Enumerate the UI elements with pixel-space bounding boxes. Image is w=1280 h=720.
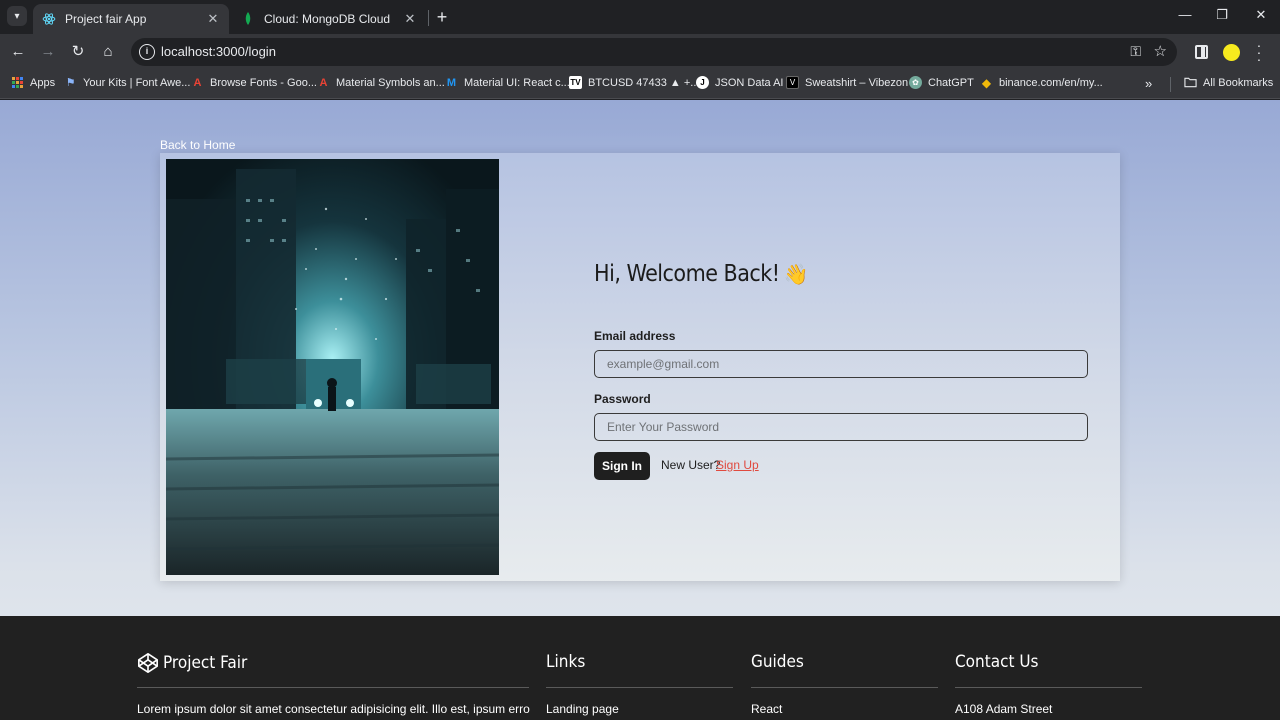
bookmark-tradingview[interactable]: TV BTCUSD 47433 ▲ +... bbox=[569, 76, 699, 89]
footer-guide-react[interactable]: React bbox=[751, 702, 782, 716]
apps-grid-icon bbox=[11, 76, 24, 89]
footer-guides-column: Guides bbox=[751, 652, 804, 672]
site-info-icon[interactable]: i bbox=[139, 44, 155, 60]
site-footer: Project Fair Lorem ipsum dolor sit amet … bbox=[0, 616, 1280, 720]
footer-divider bbox=[137, 687, 529, 688]
tab-separator bbox=[428, 10, 429, 26]
bookmark-material-ui[interactable]: M Material UI: React c... bbox=[445, 76, 570, 89]
footer-brand: Project Fair bbox=[137, 652, 247, 674]
mui-icon: M bbox=[446, 76, 457, 89]
home-icon[interactable]: ⌂ bbox=[97, 41, 119, 63]
snowy-city-photo bbox=[166, 159, 499, 575]
password-key-icon[interactable]: ⚿ bbox=[1130, 43, 1141, 60]
card-header-strip bbox=[160, 136, 1120, 153]
tab-mongodb[interactable]: Cloud: MongoDB Cloud ✕ bbox=[232, 4, 426, 34]
login-card: Hi, Welcome Back! 👋 Email address Passwo… bbox=[160, 153, 1120, 581]
binance-icon: ◆ bbox=[981, 75, 992, 90]
footer-links-column: Links bbox=[546, 652, 585, 672]
google-fonts-icon: A bbox=[319, 76, 328, 89]
close-tab-icon[interactable]: ✕ bbox=[402, 11, 418, 27]
bookmarks-bar: Apps ⚑ Your Kits | Font Awe... A Browse … bbox=[0, 70, 1280, 99]
url-text[interactable]: localhost:3000/login bbox=[161, 44, 276, 59]
bookmark-star-icon[interactable]: ☆ bbox=[1154, 42, 1167, 60]
bookmark-chatgpt[interactable]: ✿ ChatGPT bbox=[909, 76, 974, 89]
footer-guides-heading: Guides bbox=[751, 652, 804, 672]
footer-description: Lorem ipsum dolor sit amet consectetur a… bbox=[137, 702, 530, 716]
tab-project-fair[interactable]: Project fair App ✕ bbox=[33, 4, 229, 34]
footer-links-heading: Links bbox=[546, 652, 586, 672]
password-label: Password bbox=[594, 392, 651, 406]
tab-title: Cloud: MongoDB Cloud bbox=[264, 12, 391, 26]
side-panel-icon[interactable] bbox=[1195, 45, 1208, 59]
footer-contact-heading: Contact Us bbox=[955, 652, 1039, 672]
bookmark-apps[interactable]: Apps bbox=[11, 76, 55, 89]
sign-in-button[interactable]: Sign In bbox=[594, 452, 650, 480]
google-fonts-icon: A bbox=[193, 76, 202, 89]
codepen-logo-icon bbox=[138, 653, 158, 673]
footer-contact-column: Contact Us bbox=[955, 652, 1039, 672]
back-to-home-link[interactable]: Back to Home bbox=[160, 138, 235, 152]
footer-divider bbox=[751, 687, 938, 688]
forward-arrow-icon[interactable]: → bbox=[37, 41, 59, 63]
close-tab-icon[interactable]: ✕ bbox=[205, 11, 221, 27]
bookmarks-separator bbox=[1170, 77, 1171, 92]
restore-icon[interactable]: ❐ bbox=[1210, 7, 1234, 27]
flag-icon: ⚑ bbox=[65, 77, 76, 89]
new-user-text: New User? bbox=[661, 458, 721, 472]
bookmark-material-symbols[interactable]: A Material Symbols an... bbox=[317, 76, 445, 89]
mongodb-leaf-icon bbox=[240, 11, 256, 27]
footer-link-landing[interactable]: Landing page bbox=[546, 702, 619, 716]
tab-bar: ▾ Project fair App ✕ Cloud: MongoDB Clou… bbox=[0, 0, 1280, 34]
browser-toolbar: ← → ↻ ⌂ i localhost:3000/login ⚿ ☆ · · · bbox=[0, 34, 1280, 70]
email-label: Email address bbox=[594, 329, 676, 343]
footer-divider bbox=[546, 687, 733, 688]
bookmark-json-ai[interactable]: J JSON Data AI bbox=[696, 76, 783, 89]
folder-icon bbox=[1184, 76, 1197, 89]
footer-contact-address: A108 Adam Street bbox=[955, 702, 1053, 716]
sign-up-link[interactable]: Sign Up bbox=[716, 458, 759, 472]
all-bookmarks-button[interactable]: All Bookmarks bbox=[1184, 76, 1273, 89]
tab-search-icon[interactable]: ▾ bbox=[7, 6, 27, 26]
footer-divider bbox=[955, 687, 1142, 688]
more-bookmarks-icon[interactable]: » bbox=[1145, 76, 1152, 91]
minimize-icon[interactable]: — bbox=[1173, 7, 1197, 27]
footer-brand-column: Project Fair bbox=[137, 652, 247, 674]
bookmark-vibezon[interactable]: V Sweatshirt – Vibezon bbox=[786, 76, 908, 89]
email-input[interactable] bbox=[594, 350, 1088, 378]
waving-hand-icon: 👋 bbox=[783, 262, 809, 286]
welcome-heading: Hi, Welcome Back! 👋 bbox=[594, 261, 808, 287]
back-arrow-icon[interactable]: ← bbox=[7, 41, 29, 63]
profile-avatar[interactable] bbox=[1223, 44, 1240, 61]
password-input[interactable] bbox=[594, 413, 1088, 441]
vibezon-icon: V bbox=[786, 76, 799, 89]
bookmark-google-fonts[interactable]: A Browse Fonts - Goo... bbox=[191, 76, 317, 89]
kebab-menu-icon[interactable]: · · · bbox=[1254, 38, 1264, 66]
login-page: Back to Home Hi, Welcome Back! 👋 Email a… bbox=[0, 100, 1280, 720]
address-bar[interactable]: i localhost:3000/login ⚿ ☆ bbox=[131, 38, 1177, 66]
react-icon bbox=[41, 11, 57, 27]
bookmark-binance[interactable]: ◆ binance.com/en/my... bbox=[980, 75, 1103, 90]
json-ai-icon: J bbox=[696, 76, 709, 89]
new-tab-icon[interactable]: + bbox=[432, 7, 452, 27]
bookmark-font-awesome[interactable]: ⚑ Your Kits | Font Awe... bbox=[64, 76, 191, 90]
chatgpt-icon: ✿ bbox=[909, 76, 922, 89]
close-window-icon[interactable]: ✕ bbox=[1249, 7, 1273, 27]
reload-icon[interactable]: ↻ bbox=[67, 41, 89, 63]
tab-title: Project fair App bbox=[65, 12, 147, 26]
tradingview-icon: TV bbox=[569, 76, 582, 89]
